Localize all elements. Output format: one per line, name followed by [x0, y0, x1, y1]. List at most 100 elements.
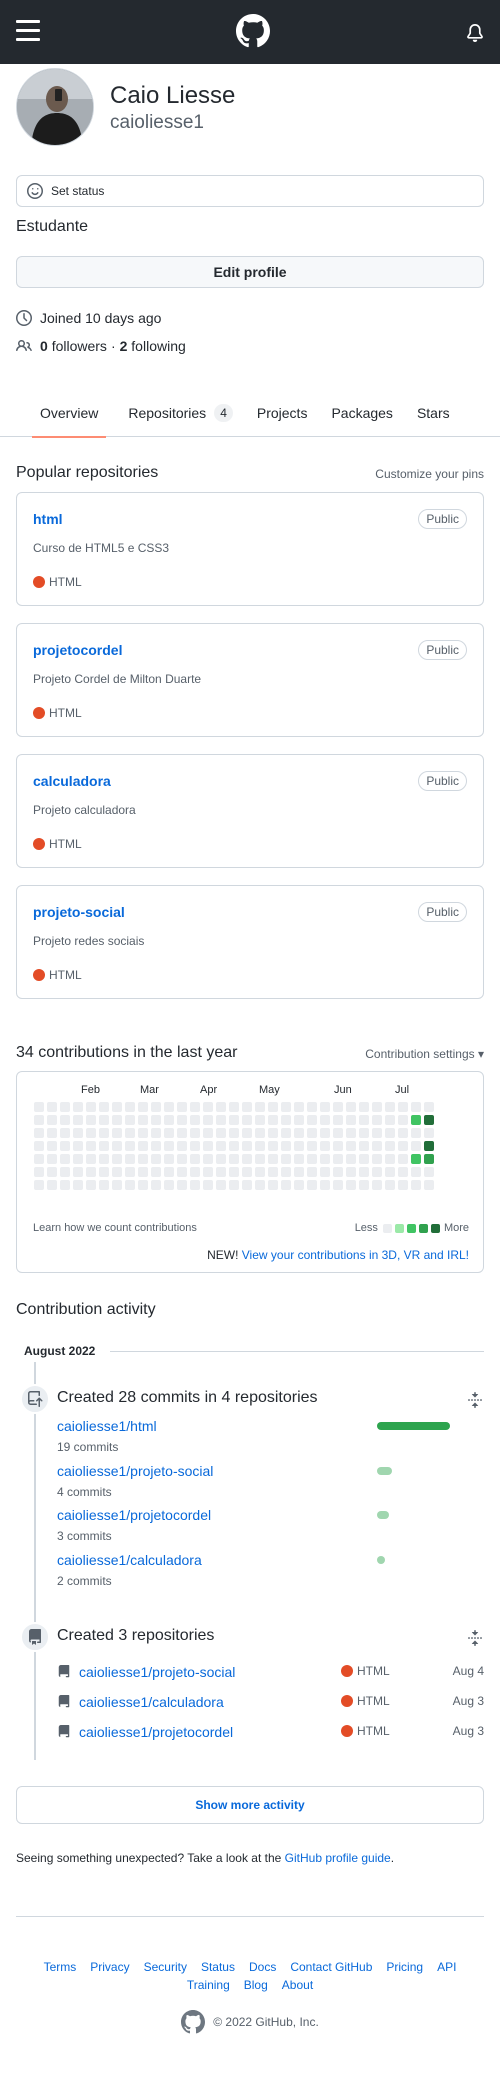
contribution-day[interactable] [411, 1154, 421, 1164]
contribution-day[interactable] [216, 1128, 226, 1138]
repo-name-link[interactable]: projeto-social [33, 904, 125, 920]
commit-count-link[interactable]: 3 commits [57, 1529, 112, 1543]
footer-link-pricing[interactable]: Pricing [386, 1960, 423, 1974]
contribution-day[interactable] [60, 1102, 70, 1112]
contribution-day[interactable] [242, 1128, 252, 1138]
contribution-day[interactable] [34, 1167, 44, 1177]
contribution-day[interactable] [216, 1154, 226, 1164]
fold-icon[interactable] [467, 1630, 483, 1646]
contribution-day[interactable] [34, 1115, 44, 1125]
contribution-day[interactable] [242, 1167, 252, 1177]
created-repo-link[interactable]: caioliesse1/projetocordel [79, 1724, 233, 1740]
contribution-day[interactable] [346, 1180, 356, 1190]
contribution-day[interactable] [333, 1115, 343, 1125]
contribution-day[interactable] [99, 1167, 109, 1177]
contribution-day[interactable] [216, 1180, 226, 1190]
hamburger-icon[interactable] [16, 20, 40, 42]
contribution-day[interactable] [203, 1128, 213, 1138]
contribution-day[interactable] [60, 1154, 70, 1164]
contribution-day[interactable] [424, 1167, 434, 1177]
footer-link-about[interactable]: About [282, 1978, 313, 1992]
contribution-day[interactable] [307, 1115, 317, 1125]
contribution-day[interactable] [86, 1102, 96, 1112]
contribution-day[interactable] [255, 1154, 265, 1164]
contribution-day[interactable] [359, 1115, 369, 1125]
contribution-day[interactable] [372, 1141, 382, 1151]
contribution-day[interactable] [47, 1180, 57, 1190]
contribution-day[interactable] [320, 1167, 330, 1177]
contribution-day[interactable] [60, 1141, 70, 1151]
contribution-day[interactable] [268, 1115, 278, 1125]
fold-icon[interactable] [467, 1392, 483, 1408]
avatar[interactable] [16, 68, 94, 146]
contribution-day[interactable] [424, 1154, 434, 1164]
following-link[interactable]: 2 following [120, 338, 186, 354]
footer-link-contact[interactable]: Contact GitHub [290, 1960, 372, 1974]
contribution-day[interactable] [125, 1154, 135, 1164]
contribution-day[interactable] [164, 1154, 174, 1164]
contribution-day[interactable] [294, 1128, 304, 1138]
contribution-day[interactable] [34, 1154, 44, 1164]
contribution-day[interactable] [385, 1167, 395, 1177]
contribution-day[interactable] [86, 1180, 96, 1190]
contribution-day[interactable] [398, 1128, 408, 1138]
contribution-day[interactable] [86, 1128, 96, 1138]
contribution-day[interactable] [86, 1154, 96, 1164]
contribution-day[interactable] [99, 1115, 109, 1125]
contribution-day[interactable] [138, 1141, 148, 1151]
contribution-day[interactable] [190, 1115, 200, 1125]
contribution-day[interactable] [359, 1141, 369, 1151]
contribution-day[interactable] [398, 1102, 408, 1112]
contribution-day[interactable] [229, 1115, 239, 1125]
contribution-day[interactable] [203, 1115, 213, 1125]
contribution-day[interactable] [190, 1141, 200, 1151]
contribution-day[interactable] [372, 1128, 382, 1138]
repo-name-link[interactable]: calculadora [33, 773, 111, 789]
contribution-day[interactable] [60, 1167, 70, 1177]
contribution-day[interactable] [125, 1167, 135, 1177]
contribution-day[interactable] [34, 1128, 44, 1138]
contribution-day[interactable] [177, 1167, 187, 1177]
contribution-day[interactable] [411, 1141, 421, 1151]
contribution-day[interactable] [203, 1180, 213, 1190]
contribution-day[interactable] [424, 1141, 434, 1151]
contribution-day[interactable] [99, 1180, 109, 1190]
contribution-day[interactable] [294, 1115, 304, 1125]
contribution-day[interactable] [86, 1167, 96, 1177]
contribution-day[interactable] [333, 1154, 343, 1164]
github-mark-icon[interactable] [181, 2010, 206, 2034]
contribution-day[interactable] [320, 1180, 330, 1190]
footer-link-training[interactable]: Training [187, 1978, 230, 1992]
commit-count-link[interactable]: 19 commits [57, 1440, 118, 1454]
footer-link-terms[interactable]: Terms [44, 1960, 77, 1974]
contribution-day[interactable] [411, 1115, 421, 1125]
contribution-day[interactable] [138, 1128, 148, 1138]
commit-repo-link[interactable]: caioliesse1/html [57, 1418, 157, 1434]
contribution-day[interactable] [112, 1154, 122, 1164]
customize-pins-link[interactable]: Customize your pins [375, 467, 484, 481]
contribution-day[interactable] [359, 1167, 369, 1177]
contribution-day[interactable] [411, 1102, 421, 1112]
contribution-day[interactable] [255, 1180, 265, 1190]
commit-count-link[interactable]: 2 commits [57, 1574, 112, 1588]
contribution-day[interactable] [125, 1115, 135, 1125]
contribution-day[interactable] [177, 1115, 187, 1125]
contribution-day[interactable] [307, 1102, 317, 1112]
contribution-day[interactable] [47, 1128, 57, 1138]
contribution-day[interactable] [385, 1128, 395, 1138]
contribution-day[interactable] [242, 1141, 252, 1151]
contribution-day[interactable] [73, 1102, 83, 1112]
contribution-day[interactable] [216, 1167, 226, 1177]
contribution-day[interactable] [151, 1154, 161, 1164]
contribution-day[interactable] [242, 1102, 252, 1112]
contribution-day[interactable] [372, 1102, 382, 1112]
contribution-day[interactable] [294, 1141, 304, 1151]
profile-guide-link[interactable]: GitHub profile guide [285, 1851, 391, 1865]
contribution-day[interactable] [47, 1102, 57, 1112]
contribution-day[interactable] [281, 1128, 291, 1138]
followers-link[interactable]: 0 followers [40, 338, 107, 354]
contribution-day[interactable] [151, 1180, 161, 1190]
contribution-day[interactable] [216, 1115, 226, 1125]
contribution-day[interactable] [164, 1167, 174, 1177]
contribution-day[interactable] [281, 1154, 291, 1164]
